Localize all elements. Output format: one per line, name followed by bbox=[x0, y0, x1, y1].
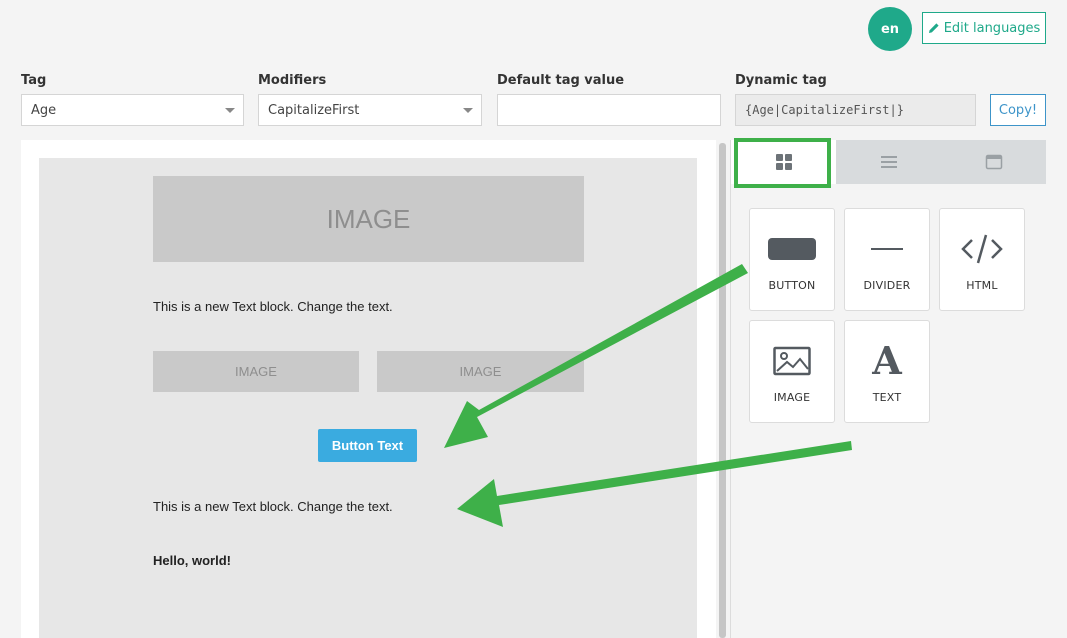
block-image[interactable]: IMAGE bbox=[749, 320, 835, 423]
email-canvas[interactable]: IMAGE This is a new Text block. Change t… bbox=[39, 158, 697, 638]
default-tag-value-input[interactable] bbox=[497, 94, 721, 126]
tab-blocks[interactable] bbox=[731, 140, 836, 184]
grid-icon bbox=[775, 154, 792, 170]
image-placeholder-left[interactable]: IMAGE bbox=[153, 351, 359, 392]
modifiers-select[interactable]: CapitalizeFirst bbox=[258, 94, 482, 126]
modifiers-label: Modifiers bbox=[258, 73, 327, 88]
image-placeholder-right[interactable]: IMAGE bbox=[377, 351, 584, 392]
divider-icon bbox=[869, 231, 905, 267]
editor-canvas-wrapper: IMAGE This is a new Text block. Change t… bbox=[21, 140, 716, 638]
block-divider[interactable]: DIVIDER bbox=[844, 208, 930, 311]
panel-tabbar bbox=[731, 140, 1046, 184]
hello-text-block[interactable]: Hello, world! bbox=[153, 553, 231, 568]
code-icon bbox=[960, 231, 1004, 267]
pencil-icon bbox=[928, 23, 939, 33]
modifiers-select-value: CapitalizeFirst bbox=[268, 102, 360, 118]
text-block[interactable]: This is a new Text block. Change the tex… bbox=[153, 299, 393, 314]
block-divider-label: DIVIDER bbox=[863, 279, 911, 292]
language-badge[interactable]: en bbox=[868, 7, 912, 51]
dynamic-tag-label: Dynamic tag bbox=[735, 73, 827, 88]
text-icon: A bbox=[872, 338, 902, 383]
canvas-scrollbar[interactable] bbox=[719, 143, 726, 638]
tab-structure[interactable] bbox=[836, 140, 941, 184]
tab-body[interactable] bbox=[941, 140, 1046, 184]
email-button-block[interactable]: Button Text bbox=[318, 429, 417, 462]
text-block[interactable]: This is a new Text block. Change the tex… bbox=[153, 499, 393, 514]
block-html-label: HTML bbox=[966, 279, 998, 292]
block-image-label: IMAGE bbox=[773, 391, 811, 404]
tag-select-value: Age bbox=[31, 102, 57, 118]
chevron-down-icon bbox=[463, 108, 473, 113]
block-text[interactable]: A TEXT bbox=[844, 320, 930, 423]
edit-languages-label: Edit languages bbox=[943, 20, 1041, 36]
block-html[interactable]: HTML bbox=[939, 208, 1025, 311]
block-button-label: BUTTON bbox=[768, 279, 816, 292]
default-tag-value-label: Default tag value bbox=[497, 73, 625, 88]
dynamic-tag-field[interactable]: {Age|CapitalizeFirst|} bbox=[735, 94, 976, 126]
list-icon bbox=[880, 156, 897, 168]
image-placeholder-large[interactable]: IMAGE bbox=[153, 176, 584, 262]
button-icon bbox=[768, 231, 816, 267]
panel-divider bbox=[730, 140, 731, 638]
window-icon bbox=[985, 154, 1002, 170]
block-text-label: TEXT bbox=[872, 391, 902, 404]
block-button[interactable]: BUTTON bbox=[749, 208, 835, 311]
tag-select[interactable]: Age bbox=[21, 94, 244, 126]
edit-languages-button[interactable]: Edit languages bbox=[922, 12, 1046, 44]
tag-label: Tag bbox=[21, 73, 47, 88]
copy-button[interactable]: Copy! bbox=[990, 94, 1046, 126]
dynamic-tag-value: {Age|CapitalizeFirst|} bbox=[745, 103, 904, 117]
chevron-down-icon bbox=[225, 108, 235, 113]
image-icon bbox=[773, 343, 811, 379]
